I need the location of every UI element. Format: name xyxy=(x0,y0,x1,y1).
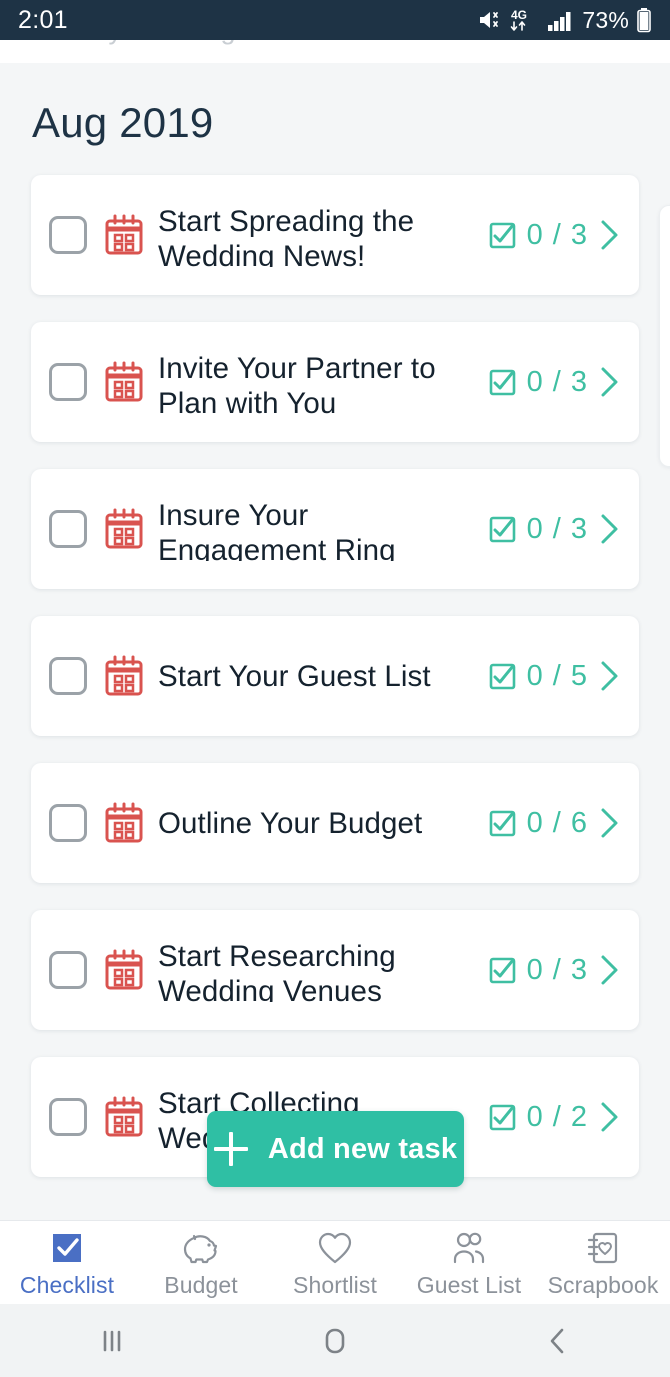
task-complete-checkbox[interactable] xyxy=(49,510,87,548)
status-bar-clock: 2:01 xyxy=(18,5,68,34)
tab-checklist[interactable]: Checklist xyxy=(0,1221,134,1299)
task-count-label: 0 / 3 xyxy=(526,218,588,251)
tab-budget[interactable]: Budget xyxy=(134,1221,268,1299)
task-count-label: 0 / 5 xyxy=(526,659,588,692)
tab-label: Shortlist xyxy=(293,1272,377,1298)
tab-label: Budget xyxy=(164,1272,238,1298)
recents-button[interactable] xyxy=(0,1324,223,1358)
checkbox-checked-icon xyxy=(489,810,516,837)
checkbox-checked-icon xyxy=(489,516,516,543)
calendar-icon xyxy=(102,948,146,992)
task-title: Start Spreading the Wedding News! xyxy=(158,204,415,267)
app-screen: 2:01 4G 73% Aug 2019 Start Spreading the… xyxy=(0,0,670,1377)
task-count-label: 0 / 3 xyxy=(526,512,588,545)
app-header-title: My Wedding Checklist xyxy=(86,40,353,46)
signal-bars-icon xyxy=(547,8,575,32)
checklist-scroll-area[interactable]: Aug 2019 Start Spreading the Wedding New… xyxy=(0,63,670,1220)
task-count-label: 0 / 2 xyxy=(526,1100,588,1133)
task-title: Start Your Guest List xyxy=(158,659,431,693)
task-title: Outline Your Budget xyxy=(158,806,423,840)
task-count-label: 0 / 3 xyxy=(526,953,588,986)
adjacent-month-card-peek[interactable] xyxy=(659,205,670,467)
task-title: Invite Your Partner to Plan with You xyxy=(158,351,436,414)
task-complete-checkbox[interactable] xyxy=(49,216,87,254)
notebook-heart-icon xyxy=(585,1230,621,1266)
chevron-right-icon[interactable] xyxy=(599,660,619,692)
add-new-task-label: Add new task xyxy=(267,1132,458,1165)
home-button[interactable] xyxy=(223,1324,446,1358)
checkbox-checked-icon xyxy=(489,222,516,249)
calendar-icon xyxy=(102,360,146,404)
task-count-label: 0 / 6 xyxy=(526,806,588,839)
task-progress[interactable]: 0 / 3 xyxy=(489,219,619,252)
svg-text:4G: 4G xyxy=(511,8,527,22)
calendar-icon xyxy=(102,1095,146,1139)
checkbox-checked-icon xyxy=(489,663,516,690)
checkbox-checked-icon xyxy=(489,369,516,396)
tab-guest-list[interactable]: Guest List xyxy=(402,1221,536,1299)
tab-label: Guest List xyxy=(416,1272,522,1298)
tab-label: Checklist xyxy=(19,1272,115,1298)
task-row[interactable]: Start Researching Wedding Venues 0 / 3 xyxy=(31,910,639,1030)
task-count-label: 0 / 3 xyxy=(526,365,588,398)
chevron-right-icon[interactable] xyxy=(599,807,619,839)
network-4g-icon: 4G xyxy=(510,7,540,33)
battery-percent-label: 73% xyxy=(582,6,629,33)
calendar-icon xyxy=(102,654,146,698)
checkbox-checked-icon xyxy=(49,1230,85,1266)
tab-label: Scrapbook xyxy=(547,1272,659,1298)
plus-icon xyxy=(213,1132,248,1166)
task-row[interactable]: Start Your Guest List 0 / 5 xyxy=(31,616,639,736)
people-icon xyxy=(450,1230,488,1266)
status-bar: 2:01 4G 73% xyxy=(0,0,670,40)
add-new-task-button[interactable]: Add new task xyxy=(207,1111,464,1187)
status-bar-indicators: 4G 73% xyxy=(477,7,652,34)
back-button[interactable] xyxy=(447,1324,670,1358)
recents-icon xyxy=(95,1324,129,1358)
battery-icon xyxy=(636,7,652,33)
task-row[interactable]: Start Spreading the Wedding News! 0 / 3 xyxy=(31,175,639,295)
task-complete-checkbox[interactable] xyxy=(49,657,87,695)
bottom-tab-bar: Checklist Budget Shortlist Guest List Sc… xyxy=(0,1220,670,1304)
task-title: Start Researching Wedding Venues xyxy=(158,939,396,1002)
month-title: Aug 2019 xyxy=(32,99,214,146)
task-progress[interactable]: 0 / 3 xyxy=(489,954,619,987)
task-progress[interactable]: 0 / 3 xyxy=(489,366,619,399)
chevron-right-icon[interactable] xyxy=(599,219,619,251)
chevron-right-icon[interactable] xyxy=(599,1101,619,1133)
task-progress[interactable]: 0 / 3 xyxy=(489,513,619,546)
checkbox-checked-icon xyxy=(489,1104,516,1131)
chevron-right-icon[interactable] xyxy=(599,954,619,986)
task-complete-checkbox[interactable] xyxy=(49,951,87,989)
task-complete-checkbox[interactable] xyxy=(49,1098,87,1136)
checkbox-checked-icon xyxy=(489,957,516,984)
tab-scrapbook[interactable]: Scrapbook xyxy=(536,1221,670,1299)
calendar-icon xyxy=(102,507,146,551)
android-nav-bar xyxy=(0,1304,670,1377)
calendar-icon xyxy=(102,801,146,845)
task-list: Start Spreading the Wedding News! 0 / 3 xyxy=(0,175,670,1177)
home-icon xyxy=(318,1324,352,1358)
task-progress[interactable]: 0 / 6 xyxy=(489,807,619,840)
tab-shortlist[interactable]: Shortlist xyxy=(268,1221,402,1299)
task-progress[interactable]: 0 / 2 xyxy=(489,1101,619,1134)
calendar-icon xyxy=(102,213,146,257)
mute-icon xyxy=(477,8,503,32)
task-progress[interactable]: 0 / 5 xyxy=(489,660,619,693)
heart-icon xyxy=(317,1230,353,1266)
chevron-right-icon[interactable] xyxy=(599,513,619,545)
task-title: Insure Your Engagement Ring xyxy=(158,498,396,561)
task-row[interactable]: Outline Your Budget 0 / 6 xyxy=(31,763,639,883)
task-row[interactable]: Invite Your Partner to Plan with You 0 /… xyxy=(31,322,639,442)
piggy-bank-icon xyxy=(182,1230,220,1266)
task-complete-checkbox[interactable] xyxy=(49,804,87,842)
app-header-clipped: My Wedding Checklist xyxy=(0,40,670,63)
chevron-right-icon[interactable] xyxy=(599,366,619,398)
back-icon xyxy=(541,1324,575,1358)
task-row[interactable]: Insure Your Engagement Ring 0 / 3 xyxy=(31,469,639,589)
task-complete-checkbox[interactable] xyxy=(49,363,87,401)
